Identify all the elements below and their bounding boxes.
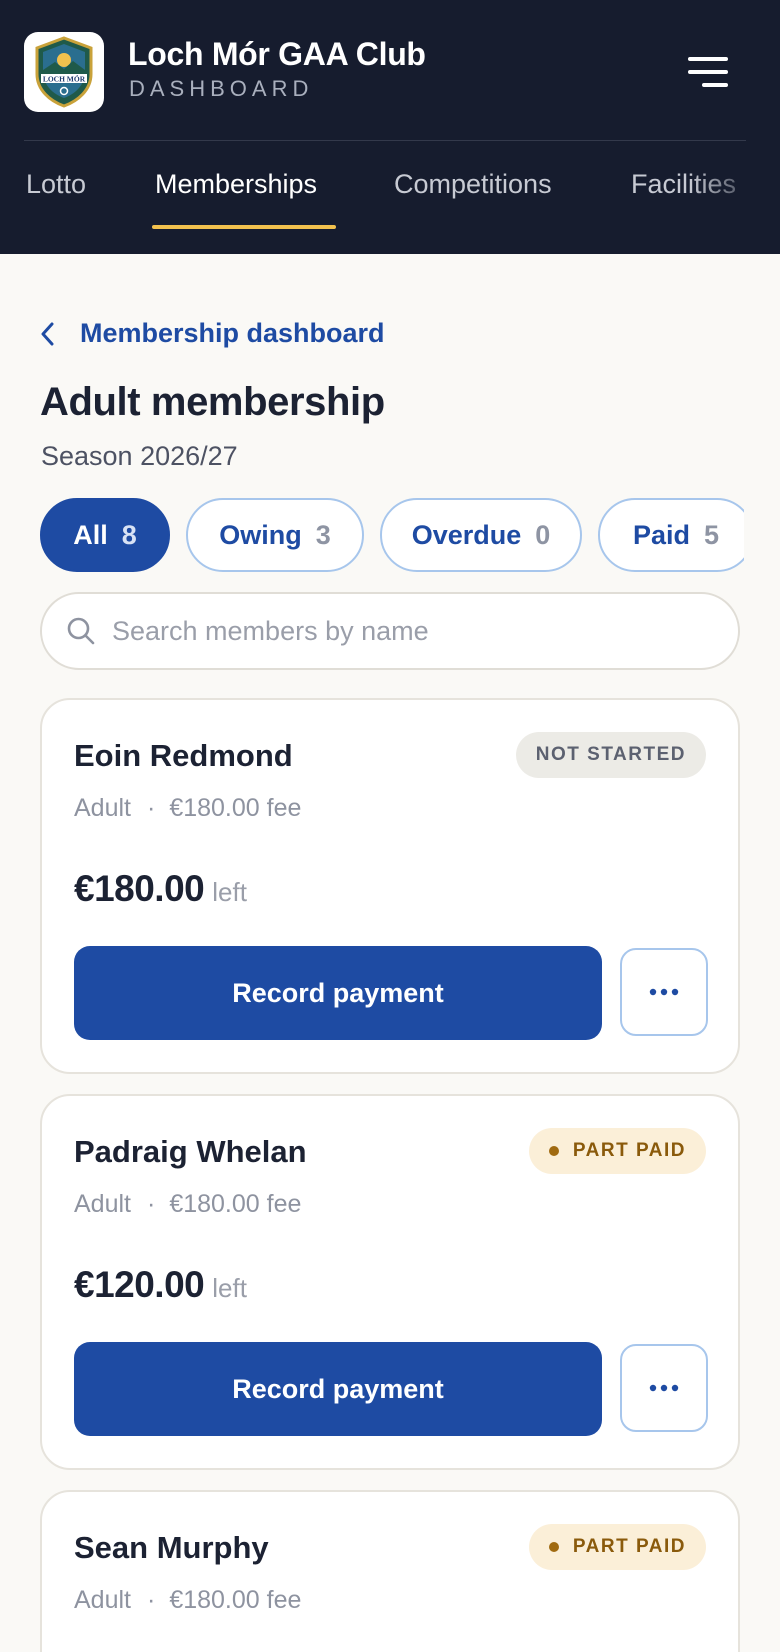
status-badge-label: PART PAID: [572, 1536, 686, 1557]
remaining-suffix: left: [212, 877, 247, 907]
filter-chip-count: 0: [535, 519, 551, 550]
season-label: Season 2026/27: [41, 441, 238, 471]
status-badge: PART PAID: [528, 1128, 706, 1174]
more-options-button[interactable]: [620, 948, 708, 1036]
status-badge: NOT STARTED: [515, 732, 706, 778]
remaining-value: €180.00: [74, 868, 205, 909]
menu-button[interactable]: [680, 48, 736, 96]
member-fee: €180.00 fee: [169, 794, 302, 822]
member-category: Adult: [74, 794, 131, 822]
member-category: Adult: [74, 1190, 131, 1218]
more-options-button[interactable]: [620, 1344, 708, 1432]
member-fee: €180.00 fee: [169, 1586, 302, 1614]
search-input[interactable]: [112, 615, 712, 647]
remaining-amount: €120.00 left: [74, 1264, 247, 1306]
logo-text: LOCH MÓR: [43, 74, 86, 84]
more-horizontal-icon: [649, 988, 679, 996]
filter-chip-count: 8: [121, 519, 137, 550]
club-logo[interactable]: LOCH MÓR: [24, 32, 104, 112]
record-payment-button[interactable]: Record payment: [74, 946, 602, 1040]
member-meta: Adult · €180.00 fee: [74, 794, 301, 823]
filter-chip-count: 3: [315, 519, 331, 550]
filter-chip-label: Overdue: [411, 519, 522, 550]
filter-chip-owing[interactable]: Owing 3: [186, 498, 364, 572]
nav-tabs: Lotto Memberships Competitions Facilitie…: [0, 141, 780, 254]
filter-chip-label: Paid: [632, 519, 690, 550]
app-header: LOCH MÓR Loch Mór GAA Club DASHBOARD Lot…: [0, 0, 780, 254]
club-name: Loch Mór GAA Club: [128, 36, 426, 72]
member-name: Sean Murphy: [74, 1530, 269, 1565]
filter-chip-paid[interactable]: Paid 5: [598, 498, 744, 572]
remaining-value: €120.00: [74, 1264, 205, 1305]
back-link-label: Membership dashboard: [80, 318, 385, 348]
status-badge: PART PAID: [528, 1524, 706, 1570]
remaining-suffix: left: [212, 1273, 247, 1303]
member-name: Padraig Whelan: [74, 1134, 307, 1169]
member-search: [40, 592, 740, 670]
filter-chip-label: All: [73, 519, 108, 550]
record-payment-button[interactable]: Record payment: [74, 1342, 602, 1436]
tab-competitions[interactable]: Competitions: [394, 169, 552, 200]
filter-chip-count: 5: [704, 519, 720, 550]
hamburger-menu-icon: [688, 57, 728, 87]
header-subtitle: DASHBOARD: [129, 76, 314, 101]
search-icon: [64, 614, 98, 648]
tab-facilities[interactable]: Facilities: [631, 169, 736, 200]
member-meta: Adult · €180.00 fee: [74, 1190, 301, 1219]
filter-chip-overdue[interactable]: Overdue 0: [380, 498, 582, 572]
remaining-amount: €180.00 left: [74, 868, 247, 910]
page-title: Adult membership: [40, 380, 385, 424]
meta-separator: ·: [146, 1190, 156, 1218]
filter-chip-label: Owing: [219, 519, 302, 550]
member-name: Eoin Redmond: [74, 738, 293, 773]
status-badge-label: PART PAID: [572, 1140, 686, 1161]
more-horizontal-icon: [649, 1384, 679, 1392]
tab-memberships[interactable]: Memberships: [155, 169, 317, 200]
club-crest-icon: LOCH MÓR: [35, 36, 93, 108]
status-filter-chips: All 8 Owing 3 Overdue 0 Paid 5: [40, 498, 744, 572]
status-dot: [548, 1146, 559, 1156]
chevron-left-icon: [40, 319, 64, 349]
meta-separator: ·: [146, 794, 156, 822]
status-dot: [548, 1542, 559, 1552]
member-card: Padraig Whelan PART PAID Adult · €180.00…: [40, 1094, 740, 1470]
filter-chip-all[interactable]: All 8: [40, 498, 170, 572]
member-card: Eoin Redmond NOT STARTED Adult · €180.00…: [40, 698, 740, 1074]
member-category: Adult: [74, 1586, 131, 1614]
member-card: Sean Murphy PART PAID Adult · €180.00 fe…: [40, 1490, 740, 1652]
back-to-membership-dashboard-link[interactable]: Membership dashboard: [40, 318, 385, 349]
meta-separator: ·: [146, 1586, 156, 1614]
tab-lotto[interactable]: Lotto: [26, 169, 86, 200]
member-meta: Adult · €180.00 fee: [74, 1586, 301, 1615]
member-fee: €180.00 fee: [169, 1190, 302, 1218]
status-badge-label: NOT STARTED: [535, 744, 686, 765]
active-tab-indicator: [152, 225, 336, 229]
